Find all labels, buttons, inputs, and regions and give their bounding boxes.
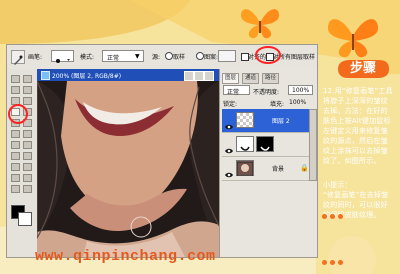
butterfly-decoration-right <box>325 14 381 60</box>
website-url: www.qinpinchang.com <box>35 248 216 265</box>
document-title: 200% (图层 2, RGB/8#) <box>52 73 122 80</box>
pattern-picker[interactable] <box>218 50 236 62</box>
photoshop-window: 画笔: 模式: 正常 ▼ 源: 取样 图案: 对齐的 对所有图层取样 200% … <box>6 44 318 258</box>
layer-row-layer2[interactable]: 图层 2 <box>222 109 316 133</box>
type-tool[interactable] <box>23 152 32 160</box>
step-badge-text: 步骤 <box>349 61 376 76</box>
eye-icon[interactable] <box>225 164 233 178</box>
mode-label: 模式: <box>80 54 95 61</box>
tool-highlight-circle-icon <box>8 104 28 124</box>
adjustment-thumbnail-right <box>256 136 274 152</box>
dodge-tool[interactable] <box>23 141 32 149</box>
tool-palette <box>7 69 38 257</box>
document-canvas[interactable]: 200% (图层 2, RGB/8#) <box>37 69 219 257</box>
background-thumbnail <box>236 160 254 177</box>
healing-brush-option-icon <box>11 50 25 65</box>
fill-value: 100% <box>289 99 307 106</box>
source-pattern-radio[interactable] <box>196 52 204 60</box>
instruction-panel: 12.用“修复画笔”工具将脖子上深深的皱纹去掉。方法：在好的肤色上按Alt键加鼠… <box>322 86 393 265</box>
highlight-circle-icon <box>255 46 281 64</box>
brush-label: 画笔: <box>28 54 43 61</box>
minimize-icon[interactable] <box>184 71 194 81</box>
eyedropper-tool[interactable] <box>23 174 32 182</box>
mode-value: 正常 <box>107 55 120 62</box>
close-icon[interactable] <box>204 71 214 81</box>
blend-mode-value: 正常 <box>227 89 240 96</box>
brush-preset-picker[interactable] <box>51 50 74 63</box>
source-sample-label: 取样 <box>173 54 186 61</box>
mode-select[interactable]: 正常 ▼ <box>102 50 144 62</box>
opacity-value: 100% <box>292 87 310 94</box>
background-layer-name: 背景 <box>272 166 285 173</box>
portrait-image <box>37 81 219 257</box>
orange-dots-separator <box>322 260 346 266</box>
layer-row-adjustment[interactable] <box>222 133 316 157</box>
opacity-input[interactable]: 100% <box>288 85 313 95</box>
eye-icon[interactable] <box>225 116 233 130</box>
butterfly-decoration-left <box>238 4 282 41</box>
source-pattern-label: 图案: <box>204 54 219 61</box>
tab-channels[interactable]: 通道 <box>242 73 260 84</box>
lock-label: 锁定: <box>223 101 238 108</box>
layers-panel: 图层 通道 路径 正常 不透明度: 100% 锁定: 填充: 100% 图层 2 <box>219 69 317 257</box>
maximize-icon[interactable] <box>194 71 204 81</box>
path-selection-tool[interactable] <box>11 152 20 160</box>
blend-mode-select[interactable]: 正常 <box>223 85 250 96</box>
options-bar: 画笔: 模式: 正常 ▼ 源: 取样 图案: 对齐的 对所有图层取样 <box>7 45 317 70</box>
layer2-thumbnail <box>236 112 254 128</box>
step-badge: 步骤 <box>336 59 390 79</box>
lock-icon: 🔒 <box>300 164 309 172</box>
move-tool[interactable] <box>23 75 32 83</box>
document-titlebar: 200% (图层 2, RGB/8#) <box>37 69 219 81</box>
slice-tool[interactable] <box>23 97 32 105</box>
pen-tool[interactable] <box>11 163 20 171</box>
source-label: 源: <box>152 54 161 61</box>
tab-paths[interactable]: 路径 <box>262 73 280 84</box>
orange-dots-separator <box>322 214 346 220</box>
chevron-down-icon: ▼ <box>135 53 140 60</box>
hand-tool[interactable] <box>11 185 20 193</box>
magic-wand-tool[interactable] <box>23 86 32 94</box>
document-icon <box>41 71 50 80</box>
opacity-label: 不透明度: <box>253 89 280 96</box>
blur-tool[interactable] <box>11 141 20 149</box>
tip-label: 小提示： <box>323 181 352 189</box>
eraser-tool[interactable] <box>11 130 20 138</box>
marquee-tool[interactable] <box>11 75 20 83</box>
notes-tool[interactable] <box>11 174 20 182</box>
adjustment-thumbnail-left <box>236 136 254 152</box>
layer-row-background[interactable]: 背景 🔒 <box>222 157 316 181</box>
source-sample-radio[interactable] <box>165 52 173 60</box>
lasso-tool[interactable] <box>11 86 20 94</box>
gradient-tool[interactable] <box>23 130 32 138</box>
shape-tool[interactable] <box>23 163 32 171</box>
eye-icon[interactable] <box>225 140 233 154</box>
layer-panel-scrollbar[interactable] <box>309 109 317 181</box>
instruction-step-text: 12.用“修复画笔”工具将脖子上深深的皱纹去掉。方法：在好的肤色上按Alt键加鼠… <box>323 87 393 165</box>
background-color-swatch[interactable] <box>18 212 32 226</box>
zoom-tool[interactable] <box>23 185 32 193</box>
tab-layers[interactable]: 图层 <box>222 73 240 84</box>
layer2-name: 图层 2 <box>272 118 290 125</box>
fill-label: 填充: <box>270 101 285 108</box>
